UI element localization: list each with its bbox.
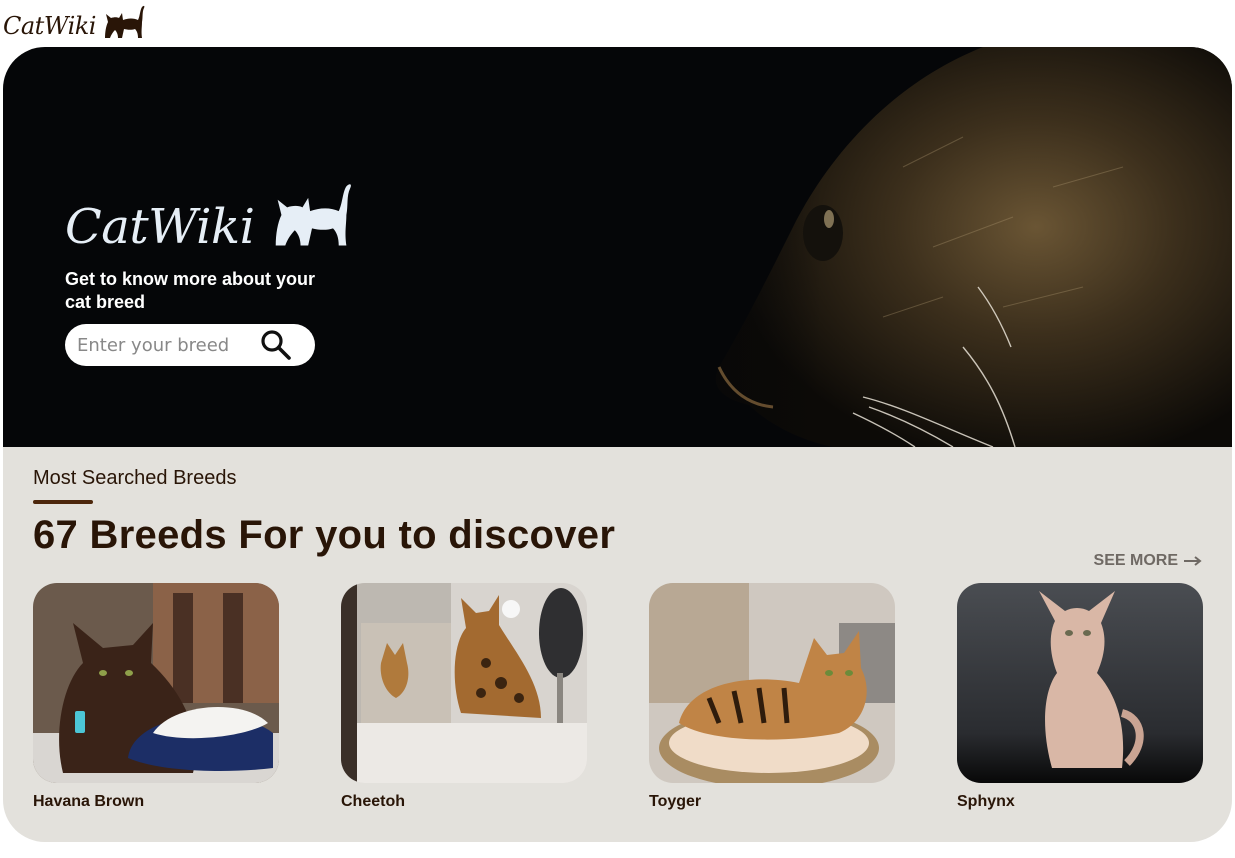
header-logo[interactable]: CatWiki	[3, 0, 146, 40]
main-card: CatWiki Get to know more about your cat …	[3, 47, 1232, 842]
hero-logo: CatWiki	[65, 179, 354, 251]
hero-tagline: Get to know more about your cat breed	[65, 269, 316, 312]
breed-search-input[interactable]	[75, 333, 259, 357]
see-more-link[interactable]: SEE MORE	[1094, 552, 1202, 570]
breed-photo-toyger	[649, 583, 895, 783]
breed-card-havana-brown[interactable]: Havana Brown	[33, 583, 279, 811]
cat-silhouette-icon	[276, 184, 352, 246]
cat-silhouette-icon	[104, 5, 145, 39]
breed-photo-sphynx	[957, 583, 1203, 783]
breed-card-cheetoh[interactable]: Cheetoh	[341, 583, 587, 811]
breed-card-sphynx[interactable]: Sphynx	[957, 583, 1203, 811]
section-label: Most Searched Breeds	[33, 467, 237, 489]
section-title: 67 Breeds For you to discover	[33, 513, 616, 557]
breed-name: Havana Brown	[33, 793, 145, 810]
breed-search-box	[65, 324, 315, 366]
breed-name: Toyger	[649, 793, 702, 810]
search-icon[interactable]	[260, 329, 292, 361]
breed-photo-cheetoh	[341, 583, 587, 783]
hero-banner: CatWiki Get to know more about your cat …	[3, 47, 1232, 447]
breed-photo-havana-brown	[33, 583, 279, 783]
breed-name: Sphynx	[957, 793, 1015, 810]
arrow-right-icon	[1184, 556, 1202, 566]
see-more-label: SEE MORE	[1093, 552, 1178, 569]
logo-wordmark: CatWiki	[3, 12, 96, 40]
section-underline	[33, 500, 93, 504]
breed-card-toyger[interactable]: Toyger	[649, 583, 895, 811]
breed-name: Cheetoh	[341, 793, 405, 810]
hero-logo-wordmark: CatWiki	[65, 199, 255, 255]
